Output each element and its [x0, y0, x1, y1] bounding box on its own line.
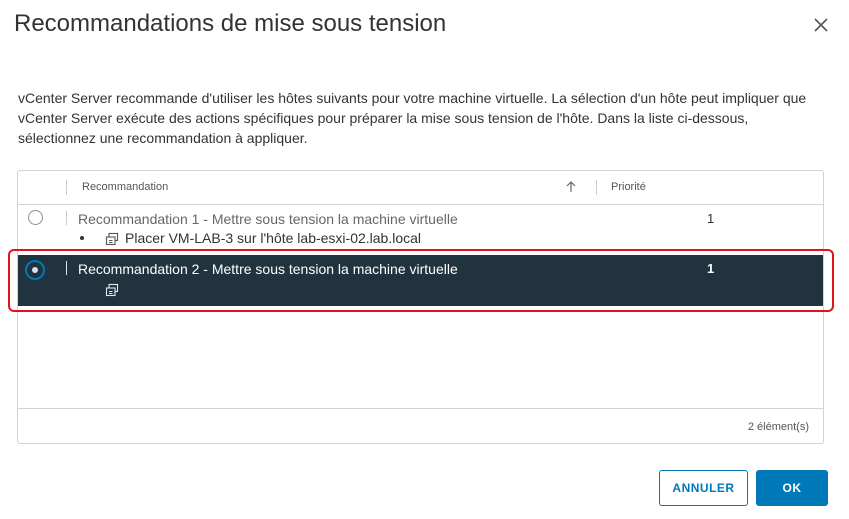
grid-header: Recommandation Priorité: [18, 171, 823, 205]
recommendation-title: Recommandation 2 - Mettre sous tension l…: [78, 261, 458, 277]
bullet: [80, 236, 84, 240]
row-separator: [66, 211, 67, 225]
dialog-title: Recommandations de mise sous tension: [14, 10, 447, 37]
row-separator: [66, 261, 67, 275]
column-header-priorite[interactable]: Priorité: [611, 181, 646, 193]
close-button[interactable]: [810, 14, 832, 36]
sort-ascending-icon[interactable]: [564, 180, 578, 194]
priority-value: 1: [707, 211, 715, 226]
grid-footer: 2 élément(s): [18, 408, 823, 444]
item-count: 2 élément(s): [747, 421, 809, 433]
column-separator[interactable]: [596, 180, 597, 195]
row-radio-button[interactable]: [28, 210, 43, 225]
row-radio-button-selected[interactable]: [25, 260, 45, 280]
ok-button[interactable]: OK: [756, 470, 828, 506]
recommendation-title: Recommandation 1 - Mettre sous tension l…: [78, 211, 458, 227]
table-row[interactable]: Recommandation 1 - Mettre sous tension l…: [18, 205, 823, 255]
cancel-button[interactable]: ANNULER: [659, 470, 748, 506]
recommendation-action: Placer VM-LAB-3 sur l'hôte lab-esxi-02.l…: [125, 230, 422, 246]
table-row-selected[interactable]: Recommandation 2 - Mettre sous tension l…: [18, 255, 823, 306]
virtual-machine-icon: [105, 232, 119, 246]
dialog-description: vCenter Server recommande d'utiliser les…: [18, 90, 807, 146]
virtual-machine-icon: [105, 283, 119, 297]
recommendations-grid: Recommandation Priorité Recommandation 1…: [17, 170, 824, 444]
close-icon[interactable]: [810, 14, 832, 36]
column-header-recommandation[interactable]: Recommandation: [82, 181, 168, 193]
column-separator[interactable]: [66, 180, 67, 195]
priority-value: 1: [707, 261, 715, 276]
